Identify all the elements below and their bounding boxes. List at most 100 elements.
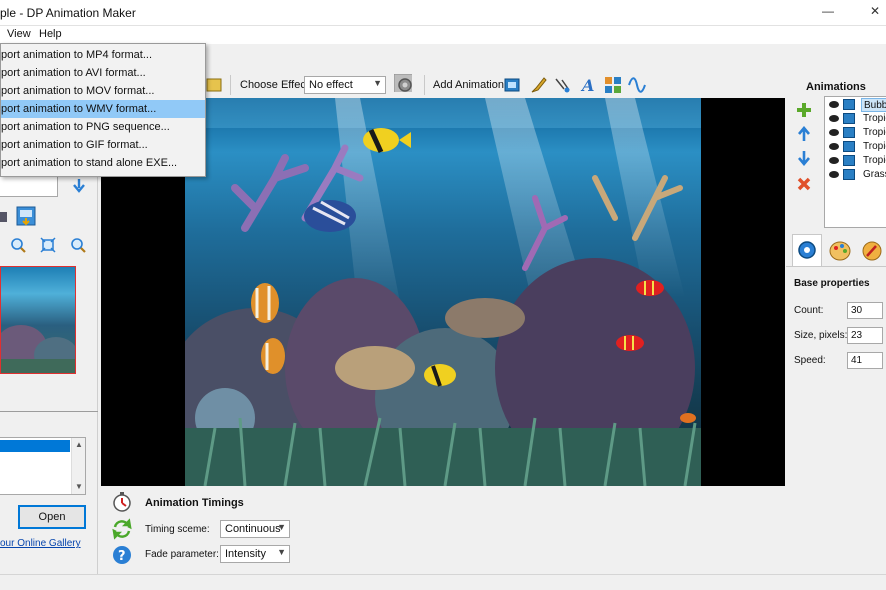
property-tabs [792, 234, 886, 266]
grid-icon[interactable] [604, 76, 622, 94]
count-stepper[interactable]: 30 [847, 302, 883, 319]
animation-row[interactable]: Tropic [827, 112, 886, 126]
compass-icon [862, 241, 882, 261]
film-icon[interactable] [504, 76, 522, 94]
chevron-down-icon: ▼ [277, 522, 286, 532]
gears-icon [798, 241, 816, 259]
visibility-eye-icon[interactable] [829, 101, 839, 108]
size-label: Size, pixels: [794, 330, 848, 341]
palette-icon [829, 241, 851, 261]
effect-select[interactable]: No effect ▼ [304, 76, 386, 94]
animations-list[interactable]: Bubble Tropic Tropic Tropic Tropic Grass [824, 96, 886, 228]
text-icon[interactable]: A [580, 76, 598, 94]
move-up-icon[interactable] [796, 126, 812, 142]
animation-name: Tropic [863, 155, 886, 166]
tab-base-properties[interactable] [792, 234, 822, 266]
toolbar-separator [424, 75, 425, 95]
list-scrollbar[interactable]: ▲ ▼ [71, 438, 85, 494]
online-gallery-link[interactable]: our Online Gallery [0, 538, 81, 549]
menu-help[interactable]: Help [39, 28, 62, 40]
save-image-icon[interactable] [16, 206, 36, 226]
aquarium-image [185, 98, 701, 486]
export-menu: port animation to MP4 format... port ani… [0, 43, 206, 177]
move-down-icon[interactable] [796, 150, 812, 166]
wave-icon[interactable] [628, 76, 646, 94]
fade-parameter-select[interactable]: Intensity ▼ [220, 545, 290, 563]
tab-colors[interactable] [826, 236, 856, 264]
menu-item-export-mov[interactable]: port animation to MOV format... [1, 82, 205, 100]
menu-item-export-avi[interactable]: port animation to AVI format... [1, 64, 205, 82]
visibility-eye-icon[interactable] [829, 157, 839, 164]
menu-view[interactable]: View [7, 28, 31, 40]
timing-title: Animation Timings [145, 497, 244, 509]
chevron-down-icon: ▼ [277, 547, 286, 557]
image-icon[interactable] [206, 76, 224, 94]
menu-item-export-exe[interactable]: port animation to stand alone EXE... [1, 154, 205, 172]
refresh-icon [112, 518, 132, 540]
close-button[interactable]: ✕ [870, 4, 880, 18]
menu-item-export-gif[interactable]: port animation to GIF format... [1, 136, 205, 154]
path-pen-icon[interactable] [554, 76, 572, 94]
visibility-eye-icon[interactable] [829, 143, 839, 150]
arrow-down-icon[interactable] [72, 178, 86, 194]
animation-row[interactable]: Tropic [827, 154, 886, 168]
stopwatch-icon [113, 492, 131, 512]
animation-row[interactable]: Tropic [827, 140, 886, 154]
timing-scheme-select[interactable]: Continuous ▼ [220, 520, 290, 538]
tab-motion[interactable] [858, 236, 886, 264]
gallery-list[interactable]: ▲ ▼ [0, 437, 86, 495]
menu-item-export-wmv[interactable]: port animation to WMV format... [1, 100, 205, 118]
title-bar: ple - DP Animation Maker — ✕ [0, 0, 886, 26]
template-field[interactable] [0, 175, 58, 197]
zoom-out-icon[interactable] [70, 237, 86, 253]
film-icon [843, 155, 855, 166]
speed-stepper[interactable]: 41 [847, 352, 883, 369]
zoom-fit-icon[interactable] [40, 237, 56, 253]
delete-animation-icon[interactable] [796, 176, 812, 192]
visibility-eye-icon[interactable] [829, 115, 839, 122]
animations-panel: Animations Bubble Tropic Tropic Tropic T… [786, 74, 886, 574]
menu-bar: View Help [0, 26, 886, 44]
animation-row[interactable]: Bubble [827, 98, 886, 112]
effect-settings-icon[interactable] [394, 74, 412, 92]
window-title: ple - DP Animation Maker [0, 6, 136, 20]
visibility-eye-icon[interactable] [829, 129, 839, 136]
aquarium-scene [185, 98, 701, 486]
scroll-up-icon[interactable]: ▲ [75, 440, 83, 449]
toolbar-separator [230, 75, 231, 95]
svg-text:?: ? [118, 549, 126, 564]
frame-thumbnail[interactable] [0, 266, 76, 374]
minimize-button[interactable]: — [822, 4, 834, 18]
menu-item-export-png[interactable]: port animation to PNG sequence... [1, 118, 205, 136]
film-icon [843, 99, 855, 110]
timing-scheme-value: Continuous [225, 523, 281, 535]
film-icon [843, 141, 855, 152]
open-button[interactable]: Open [18, 505, 86, 529]
fade-parameter-value: Intensity [225, 548, 266, 560]
size-stepper[interactable]: 23 [847, 327, 883, 344]
zoom-in-icon[interactable] [10, 237, 26, 253]
animation-name: Tropic [863, 141, 886, 152]
brush-icon[interactable] [530, 76, 548, 94]
film-icon [843, 113, 855, 124]
menu-item-export-mp4[interactable]: port animation to MP4 format... [1, 46, 205, 64]
film-icon [843, 127, 855, 138]
animation-name: Tropic [863, 113, 886, 124]
base-properties-title: Base properties [794, 278, 870, 289]
add-animation-label: Add Animation [433, 79, 504, 91]
status-bar [0, 574, 886, 590]
print-icon[interactable] [0, 208, 8, 226]
list-item-selected[interactable] [0, 440, 70, 452]
animation-name: Grass [863, 169, 886, 180]
count-label: Count: [794, 305, 824, 316]
animation-name: Bubble [861, 98, 886, 112]
add-animation-icon[interactable] [796, 102, 812, 118]
scroll-down-icon[interactable]: ▼ [75, 482, 83, 491]
visibility-eye-icon[interactable] [829, 171, 839, 178]
help-icon[interactable]: ? [111, 544, 133, 566]
timing-scheme-label: Timing sceme: [145, 524, 210, 535]
chevron-down-icon: ▼ [373, 78, 382, 88]
fade-parameter-label: Fade parameter: [145, 549, 219, 560]
animation-row[interactable]: Tropic [827, 126, 886, 140]
animation-row[interactable]: Grass [827, 168, 886, 182]
